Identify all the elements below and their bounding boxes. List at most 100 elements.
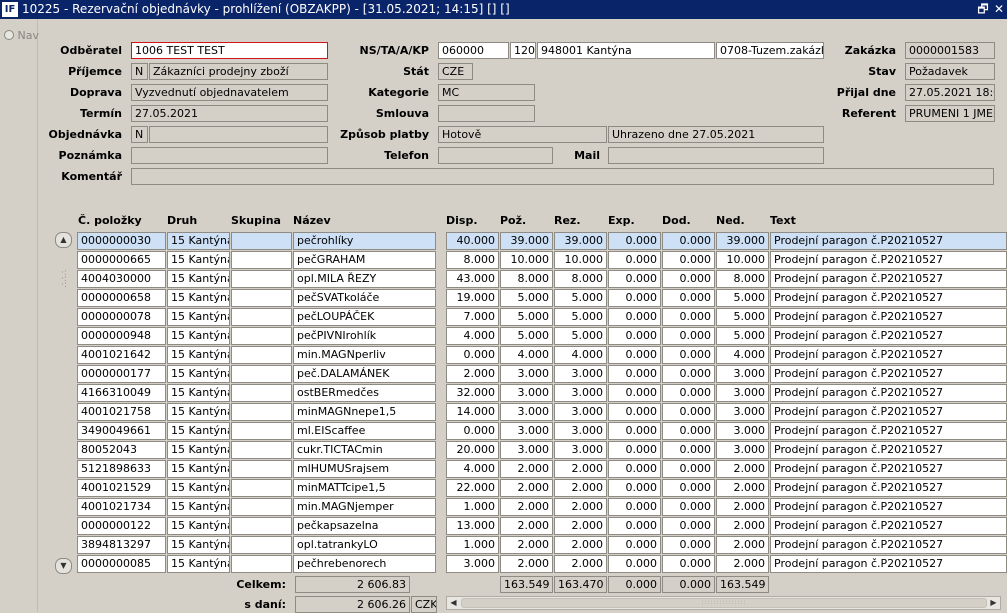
cell-nazev[interactable]: pečkapsazelna	[293, 517, 436, 535]
odberatel-field[interactable]: 1006 TEST TEST	[131, 42, 328, 59]
cell-ned[interactable]: 5.000	[716, 308, 769, 326]
cell-exp[interactable]: 0.000	[608, 479, 661, 497]
cell-text[interactable]: Prodejní paragon č.P20210527	[770, 384, 1007, 402]
cell-rez[interactable]: 5.000	[554, 289, 607, 307]
cell-exp[interactable]: 0.000	[608, 498, 661, 516]
cell-exp[interactable]: 0.000	[608, 270, 661, 288]
kp-field[interactable]: 0708-Tuzem.zakázky	[716, 42, 824, 59]
cell-dod[interactable]: 0.000	[662, 232, 715, 250]
cell-rez[interactable]: 5.000	[554, 308, 607, 326]
scroll-left-icon[interactable]: ◀	[447, 597, 460, 609]
cell-ned[interactable]: 3.000	[716, 384, 769, 402]
cell-disp[interactable]: 8.000	[446, 251, 499, 269]
cell-rez[interactable]: 3.000	[554, 384, 607, 402]
cell-text[interactable]: Prodejní paragon č.P20210527	[770, 270, 1007, 288]
cell-exp[interactable]: 0.000	[608, 460, 661, 478]
cell-exp[interactable]: 0.000	[608, 308, 661, 326]
col-header-poz[interactable]: Pož.	[500, 213, 526, 229]
table-row[interactable]: 4001021529 15 Kantýna minMATTcipe1,5 22.000…	[0, 479, 1007, 498]
cell-rez[interactable]: 5.000	[554, 327, 607, 345]
cell-dod[interactable]: 0.000	[662, 555, 715, 573]
smlouva-field[interactable]	[438, 105, 535, 122]
cell-polozka[interactable]: 4001021734	[77, 498, 166, 516]
cell-exp[interactable]: 0.000	[608, 555, 661, 573]
cell-polozka[interactable]: 0000000658	[77, 289, 166, 307]
cell-polozka[interactable]: 0000000122	[77, 517, 166, 535]
cell-dod[interactable]: 0.000	[662, 498, 715, 516]
cell-skupina[interactable]	[231, 365, 292, 383]
cell-skupina[interactable]	[231, 498, 292, 516]
cell-polozka[interactable]: 4004030000	[77, 270, 166, 288]
cell-disp[interactable]: 4.000	[446, 327, 499, 345]
cell-dod[interactable]: 0.000	[662, 289, 715, 307]
cell-skupina[interactable]	[231, 327, 292, 345]
cell-text[interactable]: Prodejní paragon č.P20210527	[770, 441, 1007, 459]
cell-skupina[interactable]	[231, 403, 292, 421]
cell-druh[interactable]: 15 Kantýna	[167, 270, 230, 288]
cell-nazev[interactable]: min.MAGNperliv	[293, 346, 436, 364]
cell-skupina[interactable]	[231, 251, 292, 269]
poznamka-field[interactable]	[131, 147, 328, 164]
cell-text[interactable]: Prodejní paragon č.P20210527	[770, 460, 1007, 478]
scroll-right-icon[interactable]: ▶	[987, 597, 1000, 609]
cell-disp[interactable]: 13.000	[446, 517, 499, 535]
cell-disp[interactable]: 40.000	[446, 232, 499, 250]
cell-dod[interactable]: 0.000	[662, 460, 715, 478]
col-header-rez[interactable]: Rez.	[554, 213, 581, 229]
cell-skupina[interactable]	[231, 536, 292, 554]
doprava-field[interactable]: Vyzvednutí objednavatelem	[131, 84, 328, 101]
table-row[interactable]: 0000000658 15 Kantýna pečSVATkoláče 19.000 5…	[0, 289, 1007, 308]
cell-ned[interactable]: 2.000	[716, 498, 769, 516]
cell-ned[interactable]: 2.000	[716, 517, 769, 535]
cell-druh[interactable]: 15 Kantýna	[167, 251, 230, 269]
cell-exp[interactable]: 0.000	[608, 365, 661, 383]
cell-text[interactable]: Prodejní paragon č.P20210527	[770, 536, 1007, 554]
cell-rez[interactable]: 3.000	[554, 422, 607, 440]
cell-druh[interactable]: 15 Kantýna	[167, 479, 230, 497]
cell-nazev[interactable]: ostBERmedčes	[293, 384, 436, 402]
cell-nazev[interactable]: peč.DALAMÁNEK	[293, 365, 436, 383]
cell-poz[interactable]: 2.000	[500, 460, 553, 478]
cell-skupina[interactable]	[231, 289, 292, 307]
ns-field[interactable]: 060000	[438, 42, 509, 59]
cell-text[interactable]: Prodejní paragon č.P20210527	[770, 422, 1007, 440]
cell-skupina[interactable]	[231, 232, 292, 250]
cell-exp[interactable]: 0.000	[608, 517, 661, 535]
referent-field[interactable]: PRUMENI 1 JMENO	[905, 105, 995, 122]
cell-nazev[interactable]: pečSVATkoláče	[293, 289, 436, 307]
cell-polozka[interactable]: 0000000177	[77, 365, 166, 383]
cell-poz[interactable]: 3.000	[500, 441, 553, 459]
cell-druh[interactable]: 15 Kantýna	[167, 346, 230, 364]
cell-druh[interactable]: 15 Kantýna	[167, 460, 230, 478]
col-header-exp[interactable]: Exp.	[608, 213, 635, 229]
cell-poz[interactable]: 39.000	[500, 232, 553, 250]
cell-ned[interactable]: 5.000	[716, 289, 769, 307]
table-row[interactable]: 3894813297 15 Kantýna opl.tatrankyLO 1.000 2…	[0, 536, 1007, 555]
cell-skupina[interactable]	[231, 384, 292, 402]
cell-nazev[interactable]: min.MAGNjemper	[293, 498, 436, 516]
cell-nazev[interactable]: opl.tatrankyLO	[293, 536, 436, 554]
cell-exp[interactable]: 0.000	[608, 289, 661, 307]
cell-nazev[interactable]: pečGRAHAM	[293, 251, 436, 269]
cell-ned[interactable]: 3.000	[716, 422, 769, 440]
cell-exp[interactable]: 0.000	[608, 346, 661, 364]
cell-rez[interactable]: 10.000	[554, 251, 607, 269]
cell-nazev[interactable]: minMAGNnepe1,5	[293, 403, 436, 421]
cell-nazev[interactable]: opl.MILA ŘEZY	[293, 270, 436, 288]
cell-rez[interactable]: 2.000	[554, 460, 607, 478]
close-icon[interactable]: ✕	[992, 0, 1006, 19]
komentar-field[interactable]	[131, 168, 994, 185]
cell-disp[interactable]: 19.000	[446, 289, 499, 307]
col-header-polozka[interactable]: Č. položky	[78, 213, 142, 229]
cell-nazev[interactable]: mlHUMUSrajsem	[293, 460, 436, 478]
cell-rez[interactable]: 2.000	[554, 498, 607, 516]
cell-skupina[interactable]	[231, 270, 292, 288]
cell-poz[interactable]: 5.000	[500, 289, 553, 307]
cell-text[interactable]: Prodejní paragon č.P20210527	[770, 517, 1007, 535]
objednavka-code-field[interactable]: N	[131, 126, 148, 143]
cell-disp[interactable]: 7.000	[446, 308, 499, 326]
cell-polozka[interactable]: 0000000085	[77, 555, 166, 573]
cell-druh[interactable]: 15 Kantýna	[167, 365, 230, 383]
nav-toggle[interactable]: Nav	[4, 29, 39, 42]
cell-rez[interactable]: 3.000	[554, 365, 607, 383]
